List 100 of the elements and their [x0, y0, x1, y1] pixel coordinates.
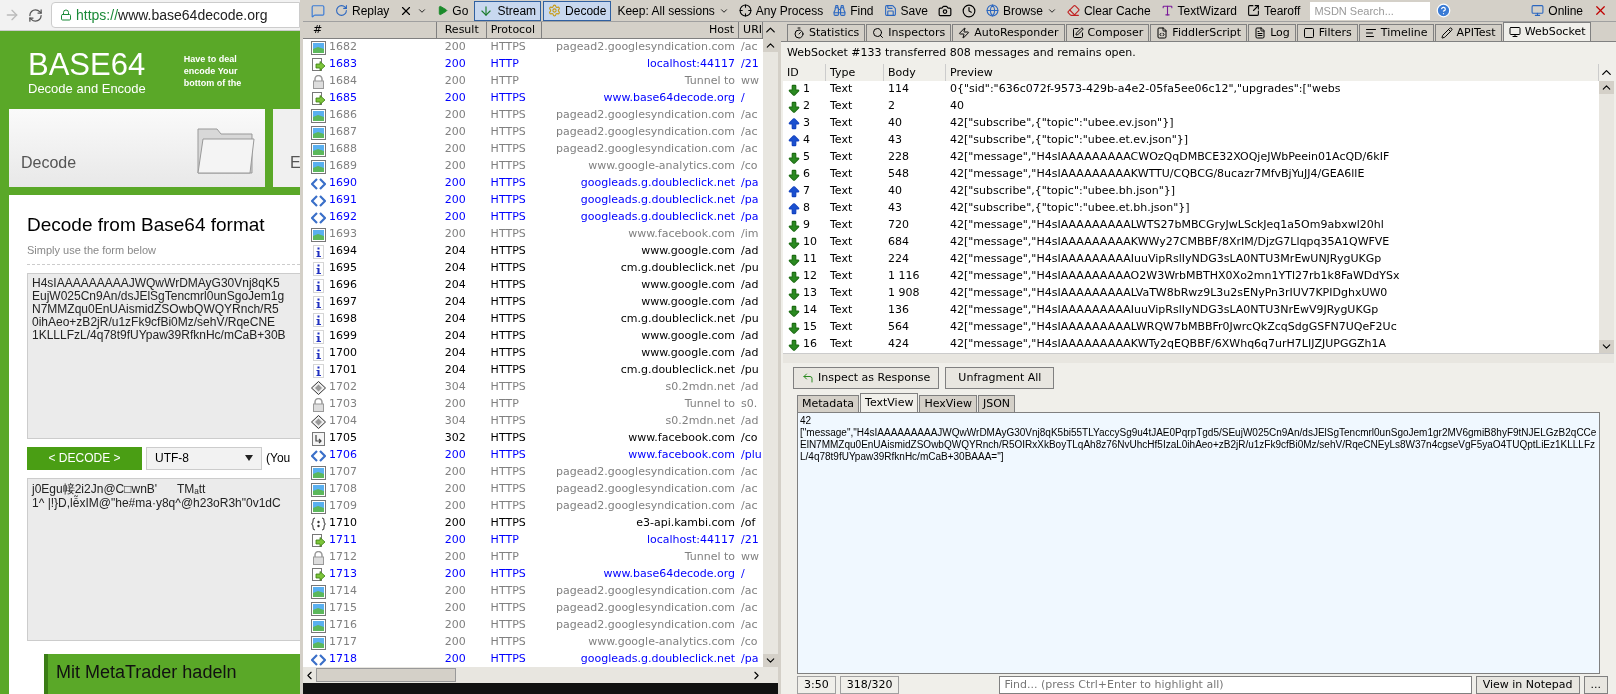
session-row[interactable]: 1717 200 HTTPS www.google-analytics.com /co [303, 634, 763, 651]
input-textarea[interactable]: H4sIAAAAAAAAAJWQwWrDMAyG30Vnj8qK5 EujW025Cn9An/dsJElSgTencmrl0unSgoJem1g N7MMZqu0EnUAismidZSOwbQWQYRnch/R5 0ihAeo+zB2jR/u1zFk9cfBi0Mz/sehV/RqeCNE 1KLLLFzL/4q78t9fUYpaw39RfknHc/mCaB+30B [27, 273, 300, 439]
more-button[interactable]: ... [1583, 676, 1608, 694]
column-header[interactable]: Preview [946, 64, 1599, 81]
scroll-down-icon[interactable] [1599, 340, 1614, 353]
session-row[interactable]: 1685 200 HTTPS www.base64decode.org / [303, 90, 763, 107]
column-header[interactable]: Result [436, 22, 487, 39]
scroll-up-icon[interactable] [763, 39, 778, 52]
message-row[interactable]: 2 Text 2 40 [783, 98, 1599, 115]
reload-icon[interactable] [28, 7, 43, 23]
session-row[interactable]: 1694 204 HTTPS www.google.com /ad [303, 243, 763, 260]
scroll-up-icon[interactable] [1599, 81, 1614, 94]
session-row[interactable]: 1708 200 HTTPS pagead2.googlesyndication.com /ac [303, 481, 763, 498]
url-field[interactable]: https://www.base64decode.org [51, 2, 300, 28]
message-row[interactable]: 1 Text 114 0{"sid":"636c072f-9573-429b-a4e2-05fa5ee06c12","upgrades":["webs [783, 81, 1599, 98]
session-row[interactable]: 1716 200 HTTPS pagead2.googlesyndication.com /ac [303, 617, 763, 634]
column-header[interactable]: Host [541, 22, 740, 39]
online-button[interactable]: Online [1527, 0, 1587, 21]
session-row[interactable]: 1697 204 HTTPS www.google.com /ad [303, 294, 763, 311]
column-header[interactable]: URI [739, 22, 764, 39]
session-row[interactable]: 1711 200 HTTP localhost:44117 /21 [303, 532, 763, 549]
session-row[interactable]: 1702 304 HTTPS s0.2mdn.net /ad [303, 379, 763, 396]
session-row[interactable]: 1703 200 HTTP Tunnel to s0. [303, 396, 763, 413]
session-row[interactable]: 1709 200 HTTPS pagead2.googlesyndication.com /ac [303, 498, 763, 515]
close-icon[interactable] [1593, 3, 1608, 18]
inspector-tab[interactable]: Statistics [787, 24, 866, 41]
inspect-response-button[interactable]: Inspect as Response [793, 367, 940, 389]
replay-button[interactable]: Replay [331, 0, 394, 21]
column-header[interactable]: Type [826, 64, 884, 81]
session-row[interactable]: 1701 204 HTTPS cm.g.doubleclick.net /pu [303, 362, 763, 379]
inspector-tab[interactable]: Timeline [1358, 24, 1434, 41]
search-field[interactable]: MSDN Search... [1310, 1, 1431, 20]
session-row[interactable]: 1695 204 HTTPS cm.g.doubleclick.net /pu [303, 260, 763, 277]
inspector-tab[interactable]: APITest [1434, 24, 1502, 41]
message-row[interactable]: 4 Text 43 42["subscribe",{"topic":"ubee.et.ev.json"}] [783, 132, 1599, 149]
inspector-tab[interactable]: AutoResponder [952, 24, 1065, 41]
message-row[interactable]: 13 Text 1 908 42["message","H4sIAAAAAAAAALVaTW8bRwz9L3u2sENyPn3rIUV7KPIDghxUW0 [783, 285, 1599, 302]
column-header[interactable]: ID [783, 64, 826, 81]
session-row[interactable]: 1698 204 HTTPS cm.g.doubleclick.net /pu [303, 311, 763, 328]
session-row[interactable]: 1691 200 HTTPS googleads.g.doubleclick.net /pa [303, 192, 763, 209]
session-row[interactable]: 1705 302 HTTPS www.facebook.com /co [303, 430, 763, 447]
column-header[interactable]: Protocol [486, 22, 542, 39]
session-row[interactable]: 1706 200 HTTPS www.facebook.com /plu [303, 447, 763, 464]
vertical-scrollbar[interactable] [763, 39, 778, 667]
message-row[interactable]: 6 Text 548 42["message","H4sIAAAAAAAAAKWTTU/CQBCG/8ucazr7MfvBjYuJJ4/GEA6llE [783, 166, 1599, 183]
session-row[interactable]: 1692 200 HTTPS googleads.g.doubleclick.net /pa [303, 209, 763, 226]
mode-card[interactable]: Decode [9, 109, 265, 187]
session-row[interactable]: 1686 200 HTTPS pagead2.googlesyndication.com /ac [303, 107, 763, 124]
session-row[interactable]: 1707 200 HTTPS pagead2.googlesyndication.com /ac [303, 464, 763, 481]
tearoff-button[interactable]: Tearoff [1242, 0, 1305, 21]
session-row[interactable]: 1700 204 HTTPS www.google.com /ad [303, 345, 763, 362]
inspector-tab[interactable]: Filters [1296, 24, 1358, 41]
session-row[interactable]: 1696 204 HTTPS www.google.com /ad [303, 277, 763, 294]
decode-toggle[interactable]: Decode [543, 0, 612, 21]
mode-card[interactable]: E [273, 109, 300, 187]
message-text-area[interactable]: 42 ["message","H4sIAAAAAAAAAJWQwWrDMAyG30Vnj8qK5bi55TLYaccySg9u4tJAE0PqrpTgd5/SEujW025Cn9An/dsJElSgTencmrl0unSgoJem1gr2MV6gmiB8hyF9tNJELGzB2qCCeElN7MMZqu0EnUAismidZSOwbQWQYRnch/R5OIRxXkBoyTLqAh8z76NvUhcHf5IzaL0ihAeo+zB2jR/u1zFk9cfBi0Mz/sehV/RqeCNEyLs8W37n4cgseVgF5yaO4TUQptLiEz1KLLLFzL/4q78t9fUYpaw39RfknHc/mCaB+30BAAA="] [797, 412, 1600, 674]
browse-button[interactable]: Browse [981, 0, 1061, 21]
inspector-tab[interactable]: Composer [1065, 24, 1150, 41]
session-row[interactable]: 1690 200 HTTPS googleads.g.doubleclick.net /pa [303, 175, 763, 192]
go-button[interactable]: Go [433, 0, 473, 21]
session-row[interactable]: 1688 200 HTTPS pagead2.googlesyndication.com /ac [303, 141, 763, 158]
view-tab[interactable]: TextView [860, 393, 919, 412]
inspector-tab[interactable]: FiddlerScript [1150, 24, 1248, 41]
view-tab[interactable]: Metadata [797, 395, 860, 412]
message-row[interactable]: 7 Text 40 42["subscribe",{"topic":"ubee.bh.json"}] [783, 183, 1599, 200]
message-row[interactable]: 3 Text 40 42["subscribe",{"topic":"ubee.ev.json"}] [783, 115, 1599, 132]
session-row[interactable]: 1710 200 HTTPS e3-api.kambi.com /of [303, 515, 763, 532]
text-wizard-button[interactable]: TextWizard [1156, 0, 1241, 21]
horizontal-scrollbar[interactable] [783, 353, 1614, 363]
message-row[interactable]: 5 Text 228 42["message","H4sIAAAAAAAAACWOzQqDMBCE32XOQjeJWbPeein01AcQD/6kIF [783, 149, 1599, 166]
save-button[interactable]: Save [879, 0, 932, 21]
stream-button[interactable]: Stream [474, 0, 542, 21]
message-row[interactable]: 14 Text 136 42["message","H4sIAAAAAAAAAIuuVipRslIyNDG3sLA0NTU3NrEwV9JRygUKGp [783, 302, 1599, 319]
message-row[interactable]: 10 Text 684 42["message","H4sIAAAAAAAAAKWWy27CMBBF/8XrIM/DjzG7Llqpq35A1QWFVE [783, 234, 1599, 251]
help-icon[interactable] [1436, 3, 1452, 18]
scroll-down-icon[interactable] [763, 654, 778, 667]
session-row[interactable]: 1704 304 HTTPS s0.2mdn.net /ad [303, 413, 763, 430]
view-in-notepad-button[interactable]: View in Notepad [1475, 676, 1580, 694]
message-row[interactable]: 15 Text 564 42["message","H4sIAAAAAAAAALWRQW7bMBBFr0JwrcQkZcqSdgGSFN7UQeF2Uc [783, 319, 1599, 336]
session-row[interactable]: 1714 200 HTTPS pagead2.googlesyndication.com /ac [303, 583, 763, 600]
session-row[interactable]: 1684 200 HTTP Tunnel to ww [303, 73, 763, 90]
session-row[interactable]: 1683 200 HTTP localhost:44117 /21 [303, 56, 763, 73]
charset-select[interactable]: UTF-8 [146, 446, 262, 470]
message-row[interactable]: 8 Text 43 42["subscribe",{"topic":"ubee.et.bh.json"}] [783, 200, 1599, 217]
view-tab[interactable]: JSON [977, 395, 1016, 412]
message-row[interactable]: 9 Text 720 42["message","H4sIAAAAAAAAALWTS27bMBCGryJwLSckJeq1a5Om9abxwl20hl [783, 217, 1599, 234]
session-row[interactable]: 1718 200 HTTPS googleads.g.doubleclick.net /pa [303, 651, 763, 667]
inspector-tab[interactable]: WebSocket [1502, 22, 1592, 41]
message-row[interactable]: 12 Text 1 116 42["message","H4sIAAAAAAAAAO2W3WrbMBTHX0Xo2mn1YTl27rb1k8FaWDdYSx [783, 268, 1599, 285]
session-row[interactable]: 1689 200 HTTPS www.google-analytics.com /co [303, 158, 763, 175]
column-header[interactable]: Body [884, 64, 946, 81]
clear-cache-button[interactable]: Clear Cache [1062, 0, 1155, 21]
session-row[interactable]: 1687 200 HTTPS pagead2.googlesyndication.com /ac [303, 124, 763, 141]
horizontal-scrollbar[interactable] [303, 667, 778, 683]
session-row[interactable]: 1693 200 HTTPS www.facebook.com /im [303, 226, 763, 243]
inspector-tab[interactable]: Inspectors [866, 24, 952, 41]
session-row[interactable]: 1712 200 HTTP Tunnel to ww [303, 549, 763, 566]
unfragment-button[interactable]: Unfragment All [945, 367, 1055, 389]
find-button[interactable]: Find [829, 0, 878, 21]
column-header[interactable]: # [303, 22, 437, 39]
